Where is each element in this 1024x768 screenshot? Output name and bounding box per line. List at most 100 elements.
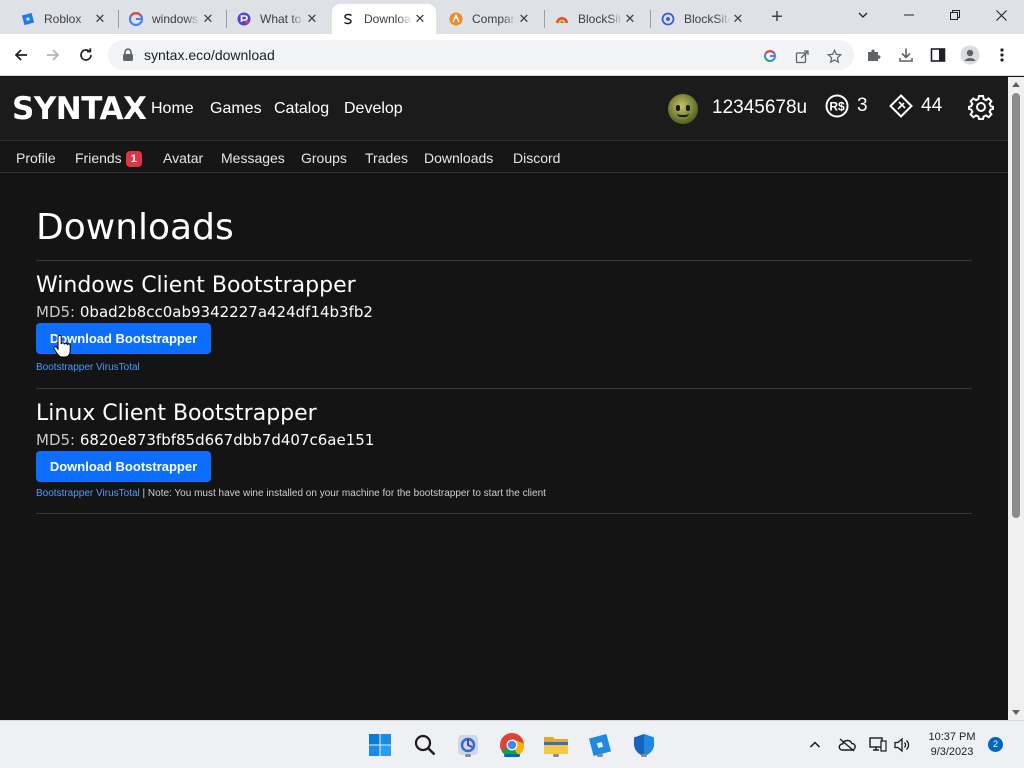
divider <box>36 388 972 389</box>
minimize-icon <box>904 14 914 16</box>
active-indicator <box>504 754 520 757</box>
taskbar-app-file-explorer[interactable] <box>540 729 572 761</box>
scrollbar-thumb[interactable] <box>1012 93 1020 518</box>
profile-button[interactable] <box>957 42 983 68</box>
network-icon[interactable] <box>868 735 888 755</box>
start-button[interactable] <box>364 729 396 761</box>
subnav-discord[interactable]: Discord <box>513 150 560 166</box>
page-scrollbar[interactable] <box>1008 77 1024 720</box>
forward-button[interactable] <box>40 42 66 68</box>
robux-balance[interactable]: R$ 3 <box>825 94 868 118</box>
close-icon[interactable]: ✕ <box>200 11 216 27</box>
browser-tab-google[interactable]: windows 11 remove ✕ <box>120 4 224 34</box>
reload-button[interactable] <box>73 42 99 68</box>
blocksite2-icon <box>660 11 676 27</box>
md5-hash: 0bad2b8cc0ab9342227a424df14b3fb2 <box>79 303 373 321</box>
windows-links: Bootstrapper VirusTotal <box>36 362 140 373</box>
tab-search-button[interactable] <box>840 0 886 30</box>
linux-virustotal-link[interactable]: Bootstrapper VirusTotal <box>36 488 140 499</box>
onedrive-offline-icon[interactable] <box>837 735 857 755</box>
robux-icon: R$ <box>825 94 849 118</box>
browser-tab-what-to-do[interactable]: What to do ✕ <box>228 4 328 34</box>
subnav-downloads[interactable]: Downloads <box>424 150 493 166</box>
scroll-down-icon[interactable] <box>1012 710 1020 715</box>
chrome-menu-button[interactable] <box>989 42 1015 68</box>
close-icon[interactable]: ✕ <box>730 11 746 27</box>
nav-develop[interactable]: Develop <box>344 100 403 118</box>
minimize-button[interactable] <box>886 0 932 30</box>
tab-title: BlockSite <box>684 12 730 26</box>
subnav-groups[interactable]: Groups <box>301 150 347 166</box>
avatar[interactable] <box>668 94 698 124</box>
close-icon[interactable]: ✕ <box>92 11 108 27</box>
linux-download-button[interactable]: Download Bootstrapper <box>36 451 211 482</box>
extensions-button[interactable] <box>861 42 887 68</box>
downloads-button[interactable] <box>893 42 919 68</box>
site-header: SYNTAX Home Games Catalog Develop 123456… <box>0 77 1008 141</box>
tix-balance[interactable]: 44 <box>889 94 942 118</box>
back-button[interactable] <box>8 42 34 68</box>
google-lens-icon[interactable] <box>762 48 778 64</box>
subnav-trades[interactable]: Trades <box>365 150 408 166</box>
roblox-icon <box>20 11 36 27</box>
taskbar-app-roblox[interactable] <box>584 729 616 761</box>
taskbar-app-chrome[interactable] <box>496 729 528 761</box>
subnav-friends[interactable]: Friends 1 <box>75 150 142 167</box>
tab-title: windows 11 remove <box>152 12 200 26</box>
tab-separator <box>650 10 651 28</box>
running-indicator <box>597 754 603 757</box>
subnav-avatar[interactable]: Avatar <box>163 150 203 166</box>
browser-tab-blocksite-2[interactable]: BlockSite ✕ <box>652 4 754 34</box>
share-icon[interactable] <box>794 48 810 64</box>
subnav-messages[interactable]: Messages <box>221 150 285 166</box>
windows-section-heading: Windows Client Bootstrapper <box>36 273 356 298</box>
kebab-menu-icon <box>1000 48 1004 62</box>
close-icon[interactable]: ✕ <box>412 11 428 27</box>
bookmark-star-icon[interactable] <box>826 48 842 64</box>
download-icon <box>899 48 913 62</box>
windows-md5: MD5: 0bad2b8cc0ab9342227a424df14b3fb2 <box>36 303 373 321</box>
site-logo[interactable]: SYNTAX <box>12 91 147 127</box>
running-indicator <box>641 754 647 757</box>
close-window-button[interactable] <box>978 0 1024 30</box>
restore-button[interactable] <box>932 0 978 30</box>
syntax-icon <box>340 11 356 27</box>
browser-tab-blocksite[interactable]: BlockSite ✕ <box>546 4 646 34</box>
address-bar[interactable]: syntax.eco/download <box>108 40 854 70</box>
browser-tab-roblox[interactable]: Roblox ✕ <box>12 4 116 34</box>
scroll-up-icon[interactable] <box>1012 82 1020 87</box>
nav-home[interactable]: Home <box>151 100 194 118</box>
taskbar-app-system-info[interactable] <box>452 729 484 761</box>
show-hidden-icons-button[interactable] <box>805 735 825 755</box>
reload-icon <box>80 48 92 61</box>
browser-toolbar: syntax.eco/download <box>0 34 1024 76</box>
nav-games[interactable]: Games <box>210 100 262 118</box>
arrow-left-icon <box>14 49 27 61</box>
lock-icon <box>123 48 133 61</box>
running-indicator <box>465 754 471 757</box>
volume-icon[interactable] <box>892 735 912 755</box>
gear-icon[interactable] <box>968 94 994 120</box>
google-icon <box>128 11 144 27</box>
system-clock[interactable]: 10:37 PM 9/3/2023 <box>918 730 986 760</box>
browser-tab-downloads[interactable]: Downloads ✕ <box>332 4 436 34</box>
tab-title: Downloads <box>364 12 412 26</box>
taskbar-app-defender[interactable] <box>628 729 660 761</box>
close-icon[interactable]: ✕ <box>516 11 532 27</box>
linux-links: Bootstrapper VirusTotal | Note: You must… <box>36 488 546 499</box>
tab-title: Roblox <box>44 12 82 26</box>
username[interactable]: 12345678u <box>712 97 807 119</box>
new-tab-button[interactable]: + <box>765 6 789 30</box>
side-panel-button[interactable] <box>925 42 951 68</box>
notification-badge[interactable]: 2 <box>988 737 1003 752</box>
nav-catalog[interactable]: Catalog <box>274 100 329 118</box>
restore-icon <box>950 10 960 20</box>
md5-label: MD5: <box>36 431 76 449</box>
tab-title: Compare <box>472 12 516 26</box>
windows-virustotal-link[interactable]: Bootstrapper VirusTotal <box>36 362 140 373</box>
close-icon[interactable]: ✕ <box>304 11 320 27</box>
search-button[interactable] <box>409 729 441 761</box>
close-icon[interactable]: ✕ <box>622 11 638 27</box>
subnav-profile[interactable]: Profile <box>16 150 56 166</box>
browser-tab-compare[interactable]: Compare ✕ <box>440 4 540 34</box>
